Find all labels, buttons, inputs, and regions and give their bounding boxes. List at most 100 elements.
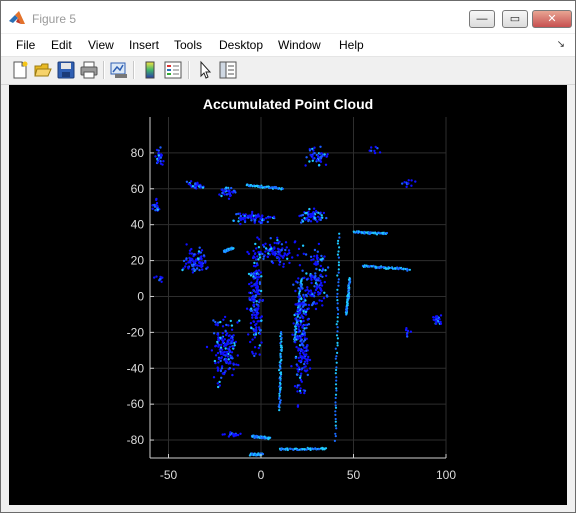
point [334, 401, 337, 404]
point [216, 382, 219, 385]
point [214, 361, 217, 365]
point [260, 319, 263, 322]
point [253, 261, 256, 265]
point [225, 357, 228, 361]
point [255, 247, 258, 250]
point [408, 268, 411, 271]
point [298, 292, 301, 295]
point [255, 303, 258, 306]
point [225, 350, 229, 354]
point [254, 274, 257, 277]
point [370, 146, 373, 149]
point [202, 254, 206, 257]
point [262, 257, 265, 261]
point [219, 336, 222, 339]
point [299, 336, 302, 340]
point [235, 363, 238, 366]
point [155, 201, 159, 205]
point [184, 265, 187, 268]
point [280, 243, 284, 246]
point [226, 347, 230, 350]
point [380, 266, 383, 269]
point [155, 275, 158, 278]
point [222, 372, 226, 376]
point [300, 303, 303, 306]
point [227, 324, 230, 327]
point [259, 271, 262, 274]
point [298, 295, 302, 298]
point [314, 263, 318, 266]
point [325, 294, 329, 297]
point [251, 314, 254, 317]
point [284, 248, 287, 252]
point [158, 277, 162, 281]
point [315, 158, 319, 162]
point [280, 248, 283, 252]
point [214, 320, 217, 324]
point [236, 321, 239, 324]
point [214, 345, 217, 348]
x-tick-label: 50 [347, 468, 361, 482]
point [205, 267, 208, 270]
point [223, 350, 226, 354]
point [151, 207, 154, 210]
point [159, 146, 162, 149]
y-tick-label: -40 [127, 361, 145, 375]
point [257, 276, 261, 279]
point [220, 188, 223, 191]
point [262, 255, 266, 258]
point-cloud-axes[interactable]: -50 0 50 100 -80 -60 -40 -20 0 20 40 60 80 [0, 0, 576, 513]
point [228, 367, 231, 370]
point [230, 186, 233, 190]
point [319, 273, 322, 276]
point [199, 185, 202, 188]
point [198, 246, 201, 249]
point [301, 269, 304, 272]
point [259, 221, 262, 225]
point [219, 346, 223, 349]
x-tick-label: -50 [160, 468, 178, 482]
point [261, 214, 264, 218]
point [278, 240, 281, 243]
point [253, 252, 257, 256]
point [336, 306, 339, 309]
point [301, 244, 305, 247]
point [264, 250, 267, 253]
point [308, 207, 311, 211]
point [161, 163, 164, 166]
point [307, 292, 310, 295]
point [247, 272, 251, 276]
point [281, 187, 284, 190]
point [159, 275, 162, 279]
point [245, 307, 249, 310]
point [269, 216, 272, 219]
point [304, 323, 308, 327]
point [255, 322, 258, 326]
point [235, 433, 238, 437]
point [435, 320, 438, 323]
point [374, 145, 377, 149]
point [253, 354, 256, 358]
point [285, 246, 288, 249]
point [257, 346, 260, 350]
point [294, 317, 297, 320]
point [191, 185, 195, 188]
point [196, 181, 199, 184]
point [318, 163, 321, 167]
point [258, 281, 262, 284]
point [216, 351, 220, 355]
point [282, 262, 285, 266]
point [309, 274, 312, 277]
point [323, 280, 326, 284]
point [334, 393, 338, 396]
point [320, 299, 323, 303]
point [313, 285, 316, 288]
point [439, 322, 443, 325]
point [219, 320, 222, 324]
point [262, 245, 266, 248]
point [232, 432, 235, 436]
point [232, 334, 235, 337]
point [305, 216, 309, 220]
point [229, 194, 232, 197]
point [243, 219, 247, 222]
